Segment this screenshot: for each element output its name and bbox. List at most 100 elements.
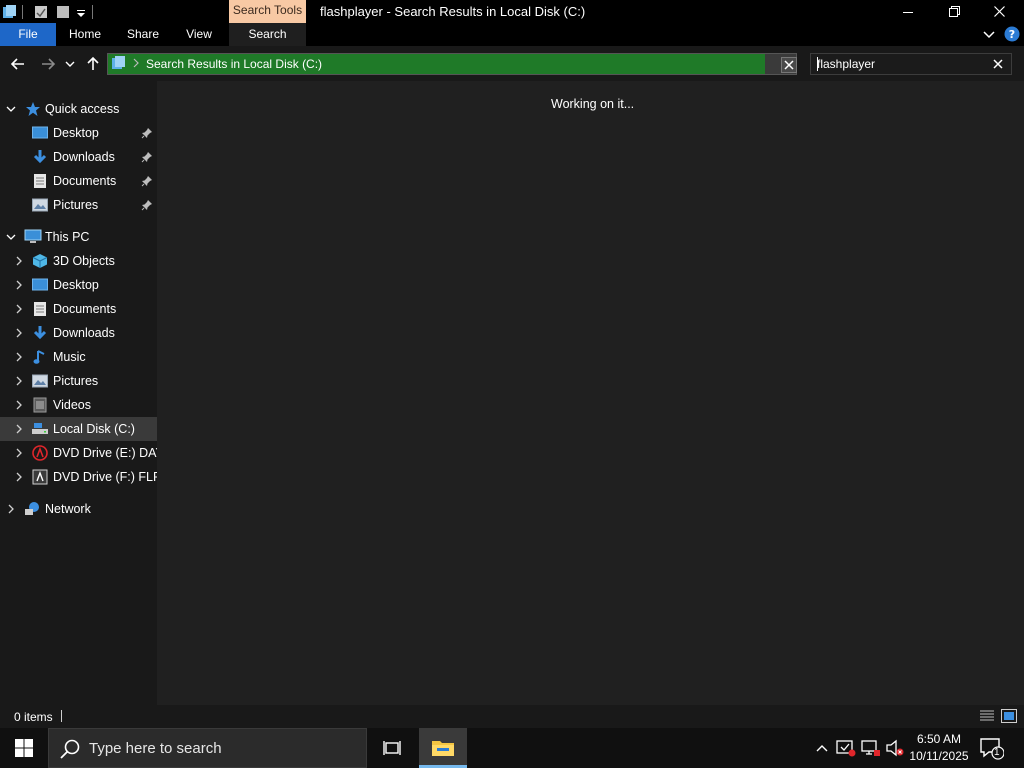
close-button[interactable]: [976, 0, 1022, 23]
chevron-right-icon[interactable]: [13, 255, 25, 267]
status-bar: 0 items: [0, 705, 1024, 728]
chevron-right-icon[interactable]: [13, 399, 25, 411]
chevron-up-icon[interactable]: [812, 738, 832, 758]
nav-network[interactable]: Network: [0, 497, 157, 521]
customize-qat-icon[interactable]: [76, 2, 86, 22]
address-bar[interactable]: Search Results in Local Disk (C:): [107, 53, 797, 75]
details-view-icon[interactable]: [979, 709, 995, 723]
recent-locations-chevron-icon[interactable]: [63, 54, 77, 74]
desktop-icon: [31, 276, 49, 294]
start-button[interactable]: [0, 728, 48, 768]
dvd-drive-icon: [31, 444, 49, 462]
videos-icon: [31, 396, 49, 414]
address-path[interactable]: Search Results in Local Disk (C:): [146, 57, 322, 71]
tab-search[interactable]: Search: [229, 23, 306, 46]
search-input[interactable]: flashplayer: [810, 53, 1012, 75]
forward-button[interactable]: [38, 54, 58, 74]
clear-search-icon[interactable]: [991, 57, 1005, 71]
help-icon[interactable]: ?: [1004, 26, 1020, 45]
ribbon-tabs: File Home Share View Search ?: [0, 23, 1024, 46]
nav-local-disk-c[interactable]: Local Disk (C:): [0, 417, 157, 441]
restore-button[interactable]: [931, 0, 977, 23]
chevron-right-icon[interactable]: [13, 375, 25, 387]
dvd-drive-icon: [31, 468, 49, 486]
nav-dvd-drive-e[interactable]: DVD Drive (E:) DAY_: [0, 441, 157, 465]
explorer-app-icon[interactable]: [2, 2, 18, 22]
network-disconnected-icon[interactable]: [861, 738, 881, 758]
chevron-down-icon[interactable]: [5, 231, 17, 243]
stop-search-icon[interactable]: [781, 57, 797, 73]
nav-quick-downloads[interactable]: Downloads: [0, 145, 157, 169]
nav-music[interactable]: Music: [0, 345, 157, 369]
up-button[interactable]: [83, 54, 103, 74]
chevron-right-icon[interactable]: [13, 423, 25, 435]
qat-divider: [22, 2, 24, 22]
pin-icon[interactable]: [141, 199, 153, 211]
taskbar-search-box[interactable]: Type here to search: [48, 728, 367, 768]
nav-videos[interactable]: Videos: [0, 393, 157, 417]
chevron-right-icon[interactable]: [13, 471, 25, 483]
nav-quick-access[interactable]: Quick access: [0, 97, 157, 121]
tab-share[interactable]: Share: [118, 23, 168, 46]
tab-view[interactable]: View: [176, 23, 222, 46]
action-center-button[interactable]: 1: [978, 736, 1005, 760]
downloads-icon: [31, 324, 49, 342]
properties-icon[interactable]: [33, 2, 49, 22]
nav-label: 3D Objects: [53, 254, 115, 268]
qat-divider: [92, 2, 94, 22]
search-value[interactable]: flashplayer: [817, 57, 875, 71]
new-folder-icon[interactable]: [55, 2, 71, 22]
search-icon: [59, 738, 81, 760]
local-disk-icon: [31, 420, 49, 438]
back-button[interactable]: [8, 54, 28, 74]
nav-quick-desktop[interactable]: Desktop: [0, 121, 157, 145]
nav-label: Network: [45, 502, 91, 516]
documents-icon: [31, 172, 49, 190]
task-view-button[interactable]: [370, 728, 416, 768]
nav-dvd-drive-f[interactable]: DVD Drive (F:) FLPR: [0, 465, 157, 489]
music-icon: [31, 348, 49, 366]
nav-pictures[interactable]: Pictures: [0, 369, 157, 393]
nav-label: Pictures: [53, 198, 99, 212]
file-explorer-taskbar-button[interactable]: [419, 728, 467, 768]
pin-icon[interactable]: [141, 127, 153, 139]
large-icons-view-icon[interactable]: [1001, 709, 1017, 723]
nav-quick-documents[interactable]: Documents: [0, 169, 157, 193]
security-alert-icon[interactable]: [836, 738, 856, 758]
nav-label: Downloads: [53, 326, 115, 340]
nav-downloads[interactable]: Downloads: [0, 321, 157, 345]
nav-label: Videos: [53, 398, 91, 412]
nav-quick-pictures[interactable]: Pictures: [0, 193, 157, 217]
chevron-right-icon[interactable]: [13, 279, 25, 291]
pin-icon[interactable]: [141, 151, 153, 163]
volume-muted-icon[interactable]: [885, 738, 905, 758]
minimize-button[interactable]: [885, 0, 931, 23]
chevron-right-icon[interactable]: [13, 351, 25, 363]
nav-label: Quick access: [45, 102, 120, 116]
nav-label: Desktop: [53, 278, 99, 292]
expand-ribbon-chevron-icon[interactable]: [982, 27, 996, 44]
pictures-icon: [31, 196, 49, 214]
file-list-area[interactable]: Working on it...: [157, 81, 1024, 705]
search-tools-context-label: Search Tools: [229, 0, 306, 23]
nav-label: Downloads: [53, 150, 115, 164]
loading-message: Working on it...: [551, 97, 635, 111]
clock[interactable]: 6:50 AM 10/11/2025: [905, 731, 973, 765]
chevron-right-icon[interactable]: [13, 303, 25, 315]
svg-text:?: ?: [1009, 28, 1015, 41]
nav-desktop[interactable]: Desktop: [0, 273, 157, 297]
breadcrumb-chevron-icon[interactable]: [132, 57, 140, 72]
tab-home[interactable]: Home: [60, 23, 110, 46]
chevron-right-icon[interactable]: [13, 447, 25, 459]
nav-label: Desktop: [53, 126, 99, 140]
nav-this-pc[interactable]: This PC: [0, 225, 157, 249]
chevron-down-icon[interactable]: [5, 103, 17, 115]
nav-label: Documents: [53, 174, 117, 188]
documents-icon: [31, 300, 49, 318]
tab-file[interactable]: File: [0, 23, 56, 46]
chevron-right-icon[interactable]: [5, 503, 17, 515]
nav-3d-objects[interactable]: 3D Objects: [0, 249, 157, 273]
nav-documents[interactable]: Documents: [0, 297, 157, 321]
chevron-right-icon[interactable]: [13, 327, 25, 339]
pin-icon[interactable]: [141, 175, 153, 187]
